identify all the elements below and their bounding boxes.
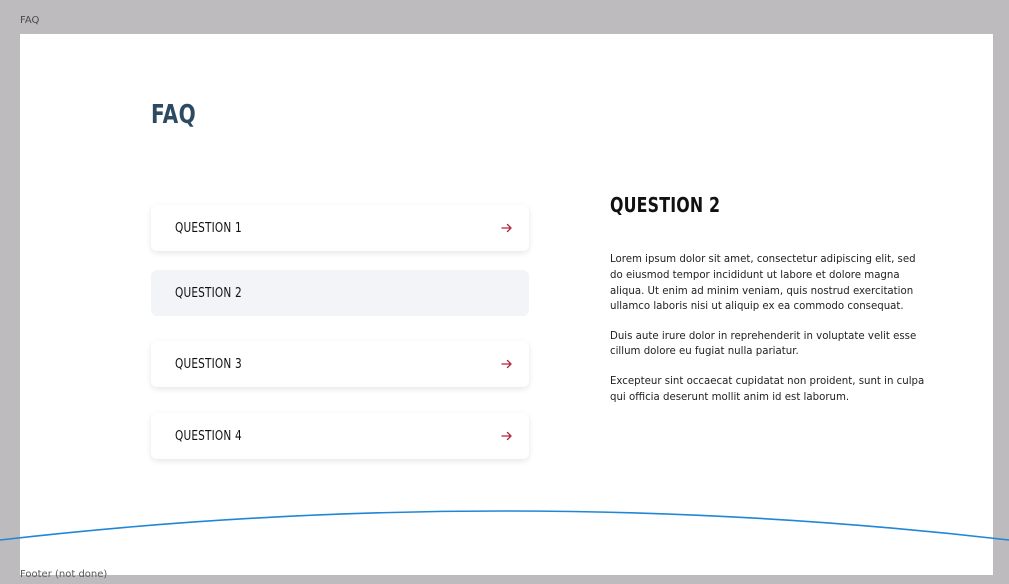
frame-label-faq: FAQ: [20, 15, 40, 26]
answer-body: Lorem ipsum dolor sit amet, consectetur …: [610, 252, 928, 419]
page-title: FAQ: [151, 100, 197, 130]
faq-item-label: QUESTION 4: [175, 428, 242, 444]
answer-paragraph: Excepteur sint occaecat cupidatat non pr…: [610, 375, 925, 403]
arrow-right-icon: [501, 431, 512, 441]
faq-item-question-4[interactable]: QUESTION 4: [151, 413, 529, 459]
arrow-right-icon: [501, 223, 512, 233]
faq-canvas: FAQ QUESTION 1 QUESTION 2 QUESTION 3 QUE…: [20, 34, 993, 575]
faq-item-label: QUESTION 2: [175, 285, 242, 301]
faq-item-label: QUESTION 1: [175, 220, 242, 236]
faq-item-question-1[interactable]: QUESTION 1: [151, 205, 529, 251]
answer-title: QUESTION 2: [610, 193, 721, 217]
arrow-right-icon: [501, 359, 512, 369]
frame-label-footer: Footer (not done): [20, 569, 108, 580]
faq-item-label: QUESTION 3: [175, 356, 242, 372]
answer-paragraph: Duis aute irure dolor in reprehenderit i…: [610, 330, 917, 358]
faq-item-question-2[interactable]: QUESTION 2: [151, 270, 529, 316]
answer-paragraph: Lorem ipsum dolor sit amet, consectetur …: [610, 254, 916, 313]
faq-item-question-3[interactable]: QUESTION 3: [151, 341, 529, 387]
